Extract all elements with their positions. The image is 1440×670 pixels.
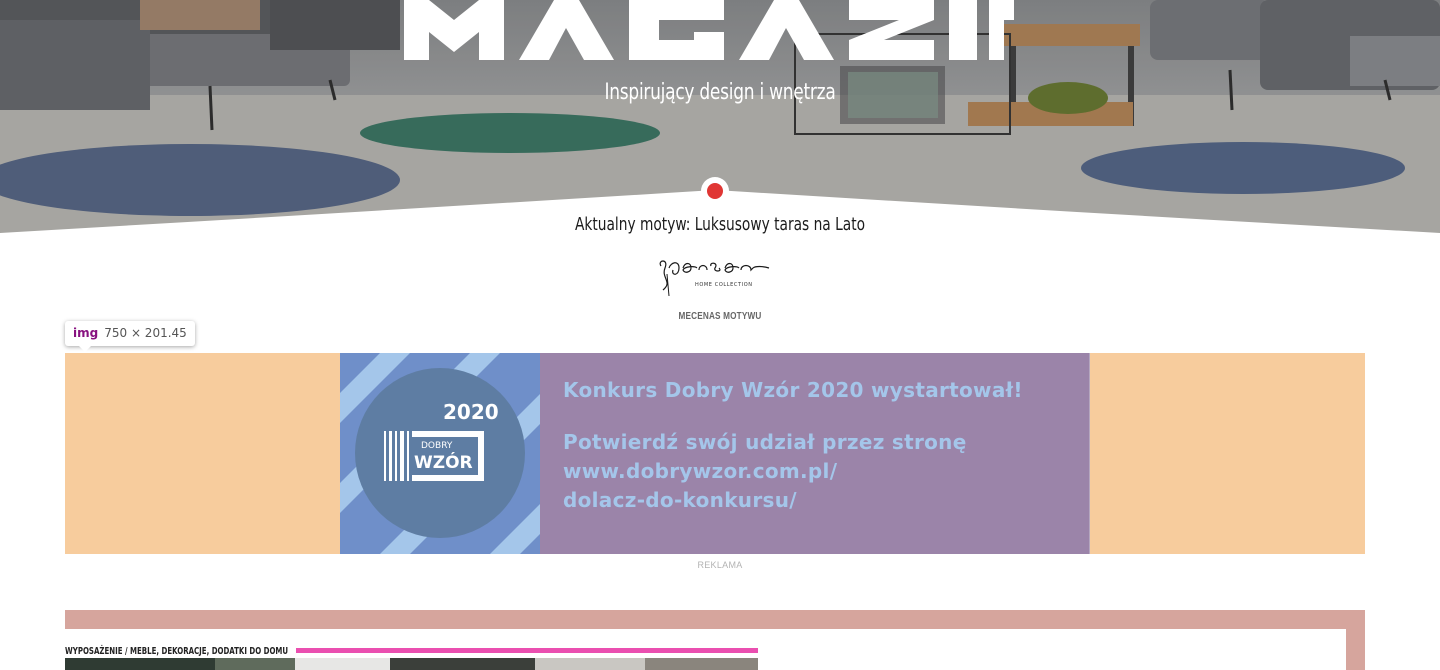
ad-url-line2: dolacz-do-konkursu/ [563,488,797,512]
ad-headline: Konkurs Dobry Wzór 2020 wystartował! [563,378,1023,402]
article-thumbnail[interactable] [295,658,390,670]
red-dot-icon [701,177,729,205]
devtools-tag-name: img [73,326,99,340]
svg-text:HOME COLLECTION: HOME COLLECTION [695,282,753,288]
article-thumbnail[interactable] [535,658,645,670]
ad-year: 2020 [443,400,499,424]
current-theme-title[interactable]: Aktualny motyw: Luksusowy taras na Lato [108,214,1332,235]
ad-copy: Konkurs Dobry Wzór 2020 wystartował! Pot… [563,378,1083,515]
category-accent-bar [296,648,758,653]
article-thumbnail[interactable] [215,658,295,670]
sponsor-label: MECENAS MOTYWU [678,311,762,322]
devtools-element-tooltip: img 750 × 201.45 [65,321,195,352]
category-breadcrumb[interactable]: WYPOSAŻENIE / MEBLE, DEKORACJE, DODATKI … [65,646,288,657]
spensen-logo[interactable]: HOME COLLECTION [655,256,775,298]
article-thumbnail[interactable] [645,658,758,670]
ad-subline: Potwierdź swój udział przez stronę [563,430,967,454]
article-thumbnail[interactable] [390,658,535,670]
site-tagline: Inspirujący design i wnętrza [604,80,836,105]
article-thumbnails[interactable] [65,658,758,670]
magazif-logo[interactable] [404,0,1014,62]
devtools-element-size: 750 × 201.45 [104,326,187,340]
article-thumbnail[interactable] [65,658,215,670]
ad-badge-bottom: WZÓR [414,453,473,473]
ad-banner-dobry-wzor[interactable]: 2020 DOBRY WZÓR Konkurs Dobry Wzór 2020 … [340,353,1090,554]
ad-label: REKLAMA [697,560,743,570]
ad-badge-top: DOBRY [421,441,453,451]
ad-url-line1: www.dobrywzor.com.pl/ [563,459,838,483]
